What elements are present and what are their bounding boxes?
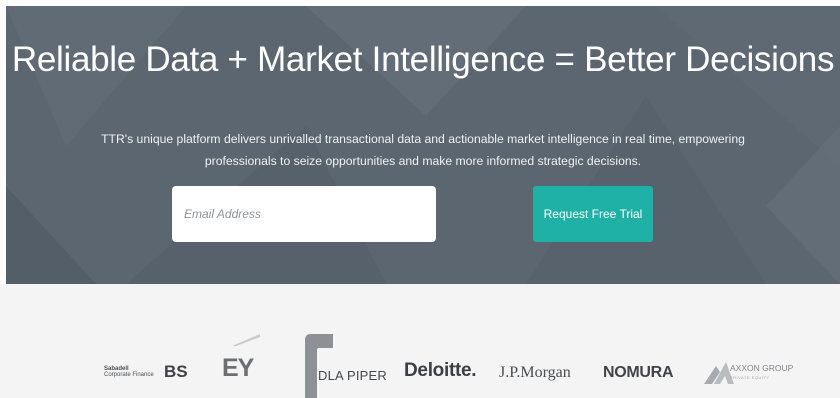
sabadell-logo-line2: Corporate Finance [104, 372, 154, 378]
hero-title: Reliable Data + Market Intelligence = Be… [11, 40, 835, 79]
client-logos-strip: Sabadell Corporate Finance BS EY DLA PIP… [0, 284, 840, 398]
axxon-group-tagline: PRIVATE EQUITY [730, 375, 770, 380]
ey-logo: EY [222, 354, 254, 382]
dla-piper-mark-icon [305, 334, 333, 398]
email-input[interactable] [172, 186, 436, 242]
hero-subtitle: TTR's unique platform delivers unrivalle… [101, 132, 745, 168]
sabadell-logo: Sabadell Corporate Finance [104, 366, 154, 378]
bs-logo: BS [164, 362, 188, 381]
request-free-trial-button[interactable]: Request Free Trial [533, 186, 653, 242]
dla-piper-logo: DLA PIPER [318, 368, 387, 383]
page: Reliable Data + Market Intelligence = Be… [0, 0, 840, 398]
axxon-group-logo: AXXON GROUP [730, 363, 794, 373]
hero-section: Reliable Data + Market Intelligence = Be… [6, 6, 840, 284]
jp-morgan-logo: J.P.Morgan [499, 364, 571, 381]
deloitte-logo: Deloitte. [404, 360, 477, 381]
nomura-logo: NOMURA [603, 364, 674, 381]
ey-beam-icon [232, 334, 260, 346]
